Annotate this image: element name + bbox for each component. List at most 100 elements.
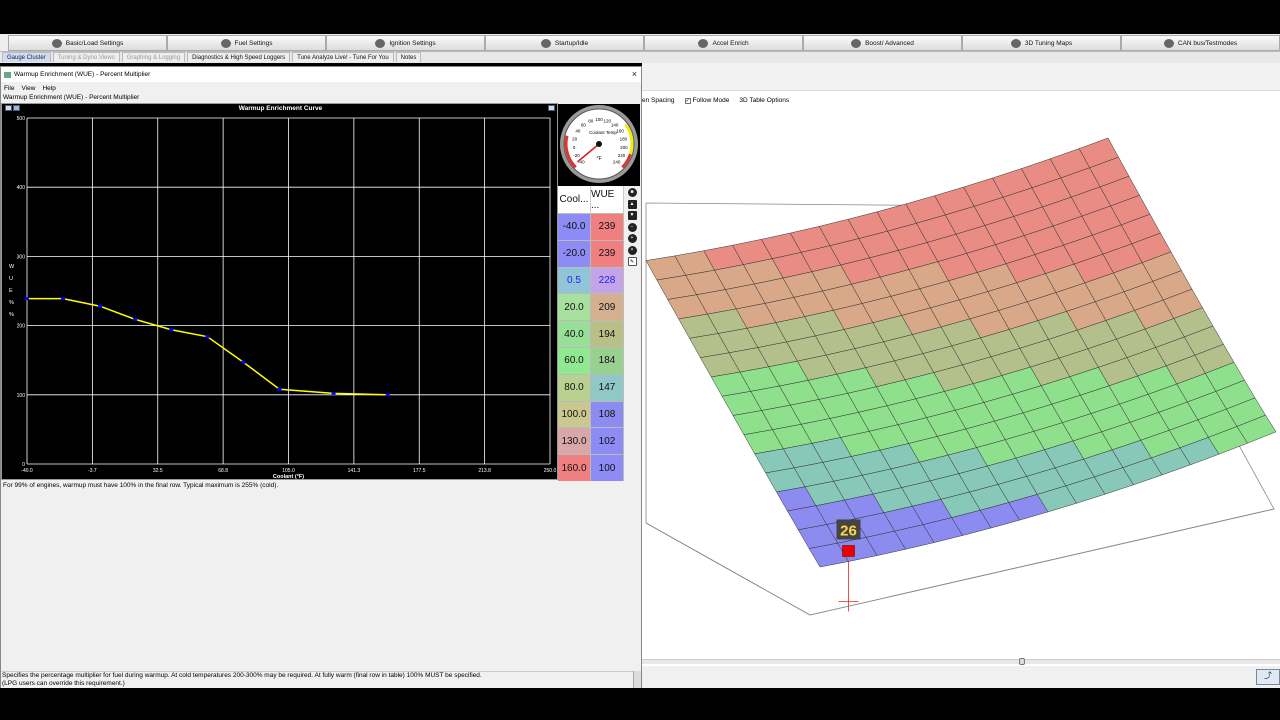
x-tick-label: 177.5 [413, 468, 426, 474]
help-footer: Specifies the percentage multiplier for … [1, 671, 635, 689]
table-row: 100.0 108 [558, 400, 624, 428]
gauge-icon [540, 38, 551, 48]
coolant-cell[interactable]: 0.5 [558, 267, 591, 294]
menu-button-label: Accel Enrich [712, 39, 749, 47]
plus-icon[interactable]: + [627, 234, 637, 243]
multiply-icon[interactable]: × [627, 245, 637, 255]
wue-cell[interactable]: 239 [591, 214, 624, 240]
coolant-cell[interactable]: 80.0 [558, 374, 591, 401]
y-tick-label: 100 [17, 393, 26, 399]
x-tick-label: -40.0 [21, 468, 33, 474]
y-tick-label: 500 [17, 116, 26, 122]
menu-button-7[interactable]: CAN bus/Testmodes [1121, 35, 1280, 51]
menu-button-6[interactable]: 3D Tuning Maps [962, 35, 1121, 51]
y-axis-label: U [9, 276, 13, 282]
menu-button-1[interactable]: Fuel Settings [167, 35, 326, 51]
table-row: 20.0 209 [558, 293, 624, 321]
menu-view[interactable]: View [21, 85, 35, 92]
table-header: Cool... WUE ... [558, 186, 624, 213]
coolant-gauge: -40 -20 0 20 40 60 80 100 120 140 160 180 200 220 240 C… [558, 104, 640, 186]
tab-4[interactable]: Tune Analyze Live! - Tune For You [292, 52, 394, 62]
wue-cell[interactable]: 147 [591, 374, 624, 401]
tab-0[interactable]: Gauge Cluster [2, 52, 51, 62]
network-icon [1163, 38, 1174, 48]
data-point [169, 328, 174, 332]
menu-button-3[interactable]: Startup/Idle [485, 35, 644, 51]
slider-thumb[interactable] [1019, 658, 1025, 665]
coolant-cell[interactable]: -20.0 [558, 240, 591, 267]
menu-file[interactable]: File [4, 85, 14, 92]
coolant-cell[interactable]: 100.0 [558, 401, 591, 428]
menu-button-5[interactable]: Boost/ Advanced [803, 35, 962, 51]
menu-button-4[interactable]: Accel Enrich [644, 35, 803, 51]
pencil-icon[interactable]: ✎ [627, 257, 637, 266]
minus-icon[interactable]: − [627, 222, 637, 232]
tab-5[interactable]: Notes [395, 52, 422, 62]
coolant-cell[interactable]: 40.0 [558, 321, 591, 347]
corner-button[interactable]: ⤴ [1256, 669, 1280, 685]
coolant-cell[interactable]: 160.0 [558, 455, 591, 481]
menu-help[interactable]: Help [42, 85, 55, 92]
coolant-cell[interactable]: 20.0 [558, 294, 591, 321]
table-row: -40.0 239 [558, 213, 624, 240]
footer-scrollbar[interactable] [633, 671, 641, 689]
horizontal-slider[interactable] [642, 658, 1280, 665]
gauge-title: Coolant Temp [589, 130, 617, 135]
wue-cell[interactable]: 100 [591, 455, 624, 481]
header-wue[interactable]: WUE ... [591, 186, 624, 213]
wue-cell[interactable]: 108 [591, 401, 624, 428]
gauge-tick-label: 160 [616, 129, 624, 134]
accelerator-icon [698, 38, 709, 48]
menu-button-2[interactable]: Ignition Settings [326, 35, 485, 51]
x-tick-label: 68.8 [218, 468, 228, 474]
wue-note: For 99% of engines, warmup must have 100… [3, 482, 279, 489]
data-point [61, 297, 66, 301]
gauge-tick-label: 100 [595, 117, 603, 122]
data-point [133, 317, 138, 321]
coolant-cell[interactable]: -40.0 [558, 214, 591, 240]
tab-1[interactable]: Tuning & Dyno Views [52, 52, 120, 62]
wue-cell[interactable]: 228 [591, 267, 624, 294]
tab-2[interactable]: Graphing & Logging [121, 52, 186, 62]
wue-cell[interactable]: 194 [591, 321, 624, 347]
dialog-title: Warmup Enrichment (WUE) - Percent Multip… [14, 71, 151, 78]
tab-3[interactable]: Diagnostics & High Speed Loggers [187, 52, 291, 62]
data-point [385, 393, 390, 397]
wue-cell[interactable]: 239 [591, 240, 624, 267]
gauge-tick-label: -20 [573, 153, 580, 158]
table-tools: ■ ▲ ▼ − + × ✎ [625, 186, 639, 276]
table-body: -40.0 239 -20.0 239 0.5 228 20.0 209 40.0 194 60.0… [558, 213, 624, 481]
x-axis-label: Coolant (°F) [273, 474, 304, 479]
cursor-marker [842, 545, 855, 557]
3d-surface-plot[interactable]: 26 [642, 99, 1280, 659]
panel-header-band [642, 63, 1280, 91]
engine-icon [51, 38, 62, 48]
wue-cell[interactable]: 184 [591, 347, 624, 374]
coolant-cell[interactable]: 130.0 [558, 428, 591, 455]
menu-button-label: Ignition Settings [389, 39, 436, 47]
coolant-cell[interactable]: 60.0 [558, 347, 591, 374]
arrow-up-icon[interactable]: ▲ [627, 199, 637, 209]
menu-button-label: CAN bus/Testmodes [1177, 39, 1238, 47]
x-tick-label: 141.3 [348, 468, 361, 474]
wue-cell[interactable]: 102 [591, 428, 624, 455]
header-coolant[interactable]: Cool... [558, 186, 591, 213]
cursor-value: 26 [840, 522, 857, 539]
gauge-tick-label: 60 [581, 122, 587, 127]
stop-icon[interactable]: ■ [627, 188, 637, 197]
wrench-icon [1010, 38, 1021, 48]
wue-cell[interactable]: 209 [591, 294, 624, 321]
arrow-down-icon[interactable]: ▼ [627, 211, 637, 220]
menu-button-label: Fuel Settings [234, 39, 273, 47]
y-tick-label: 200 [17, 324, 26, 330]
warmup-curve-chart[interactable]: Warmup Enrichment Curve -40.0 -3.7 32.5 68.… [1, 103, 558, 480]
menu-button-0[interactable]: Basic/Load Settings [8, 35, 167, 51]
dialog-menu-bar: File View Help [1, 83, 641, 93]
data-point [98, 304, 103, 308]
close-icon[interactable]: × [632, 69, 637, 79]
gauge-tick-label: 220 [618, 153, 626, 158]
top-black-band [0, 0, 1280, 34]
help-line-1: Specifies the percentage multiplier for … [2, 672, 482, 679]
menu-button-label: 3D Tuning Maps [1024, 39, 1073, 47]
data-point [277, 387, 282, 391]
